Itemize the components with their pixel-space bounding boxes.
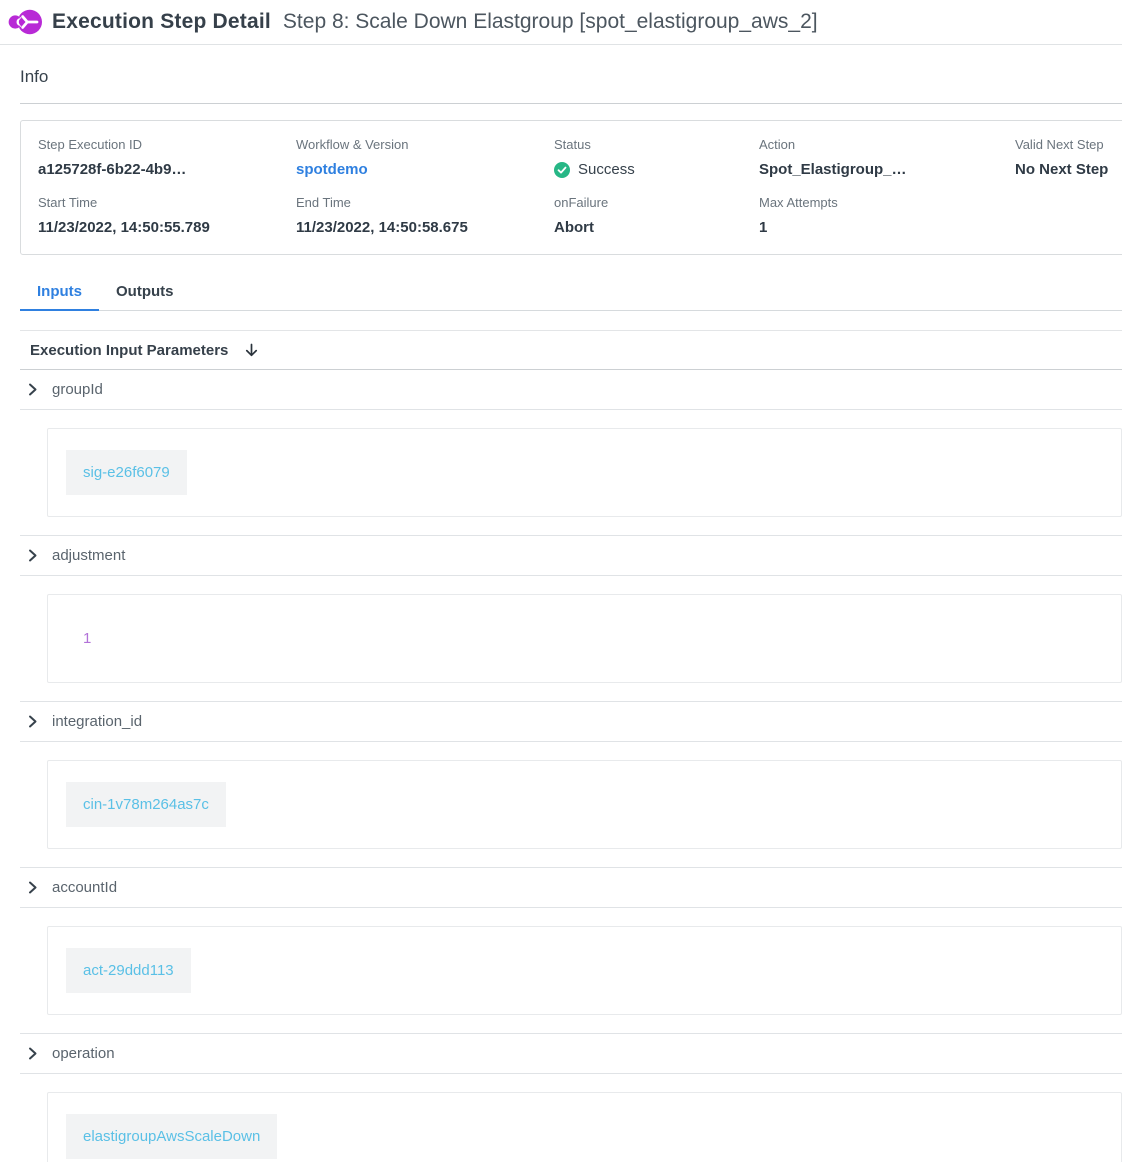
field-label: Status	[554, 137, 759, 152]
chevron-right-icon	[25, 880, 40, 895]
info-section-heading: Info	[20, 45, 1122, 104]
tab-bar: Inputs Outputs	[20, 277, 1122, 311]
param-name: adjustment	[52, 547, 125, 564]
param-value-box: cin-1v78m264as7c	[47, 760, 1122, 849]
field-status: Status Success	[554, 137, 759, 178]
field-label: Step Execution ID	[38, 137, 296, 152]
spot-logo-icon	[8, 5, 42, 39]
tab-outputs[interactable]: Outputs	[99, 277, 191, 310]
download-arrow-icon[interactable]	[243, 342, 260, 359]
param-adjustment: adjustment 1	[20, 535, 1122, 683]
field-value: No Next Step	[1015, 161, 1122, 178]
field-label: Action	[759, 137, 1015, 152]
param-value-chip: cin-1v78m264as7c	[66, 782, 226, 827]
field-label: End Time	[296, 195, 554, 210]
param-name: groupId	[52, 381, 103, 398]
param-header-adjustment[interactable]: adjustment	[20, 535, 1122, 576]
field-max-attempts: Max Attempts 1	[759, 195, 1015, 236]
field-label: onFailure	[554, 195, 759, 210]
field-value: Abort	[554, 219, 759, 236]
param-value-box: elastigroupAwsScaleDown	[47, 1092, 1122, 1162]
info-card: Step Execution ID a125728f-6b22-4b9… Wor…	[20, 120, 1122, 255]
workflow-link[interactable]: spotdemo	[296, 161, 554, 178]
field-empty	[1015, 195, 1122, 236]
status-text: Success	[578, 161, 635, 178]
param-header-groupid[interactable]: groupId	[20, 370, 1122, 410]
field-label: Valid Next Step	[1015, 137, 1122, 152]
field-action: Action Spot_Elastigroup_…	[759, 137, 1015, 178]
param-integration-id: integration_id cin-1v78m264as7c	[20, 701, 1122, 849]
field-valid-next-step: Valid Next Step No Next Step	[1015, 137, 1122, 178]
field-value: Spot_Elastigroup_…	[759, 161, 1015, 178]
chevron-right-icon	[25, 714, 40, 729]
param-value-box: sig-e26f6079	[47, 428, 1122, 517]
param-value-box: 1	[47, 594, 1122, 683]
execution-input-parameters-title: Execution Input Parameters	[30, 342, 228, 359]
param-value-chip: elastigroupAwsScaleDown	[66, 1114, 277, 1159]
param-groupid: groupId sig-e26f6079	[20, 370, 1122, 517]
success-check-icon	[554, 162, 570, 178]
execution-input-parameters-header: Execution Input Parameters	[20, 331, 1122, 370]
param-value-chip: sig-e26f6079	[66, 450, 187, 495]
chevron-right-icon	[25, 382, 40, 397]
param-name: accountId	[52, 879, 117, 896]
param-name: operation	[52, 1045, 115, 1062]
param-header-accountid[interactable]: accountId	[20, 867, 1122, 908]
field-value: 1	[759, 219, 1015, 236]
main-content: Info Step Execution ID a125728f-6b22-4b9…	[0, 45, 1122, 1162]
field-label: Start Time	[38, 195, 296, 210]
param-value-chip: act-29ddd113	[66, 948, 191, 993]
status-badge: Success	[554, 161, 759, 178]
field-value: 11/23/2022, 14:50:55.789	[38, 219, 296, 236]
field-start-time: Start Time 11/23/2022, 14:50:55.789	[38, 195, 296, 236]
field-end-time: End Time 11/23/2022, 14:50:58.675	[296, 195, 554, 236]
param-accountid: accountId act-29ddd113	[20, 867, 1122, 1015]
param-value-number: 1	[66, 616, 108, 661]
field-label: Max Attempts	[759, 195, 1015, 210]
param-name: integration_id	[52, 713, 142, 730]
field-label: Workflow & Version	[296, 137, 554, 152]
param-header-integration-id[interactable]: integration_id	[20, 701, 1122, 742]
page-header: Execution Step Detail Step 8: Scale Down…	[0, 0, 1122, 45]
chevron-right-icon	[25, 548, 40, 563]
field-value: 11/23/2022, 14:50:58.675	[296, 219, 554, 236]
param-header-operation[interactable]: operation	[20, 1033, 1122, 1074]
tab-inputs[interactable]: Inputs	[20, 277, 99, 311]
param-operation: operation elastigroupAwsScaleDown	[20, 1033, 1122, 1162]
field-workflow-version: Workflow & Version spotdemo	[296, 137, 554, 178]
chevron-right-icon	[25, 1046, 40, 1061]
field-value: a125728f-6b22-4b9…	[38, 161, 296, 178]
field-step-execution-id: Step Execution ID a125728f-6b22-4b9…	[38, 137, 296, 178]
page-title: Execution Step Detail	[52, 10, 271, 34]
page-subtitle: Step 8: Scale Down Elastgroup [spot_elas…	[283, 10, 818, 34]
param-value-box: act-29ddd113	[47, 926, 1122, 1015]
field-onfailure: onFailure Abort	[554, 195, 759, 236]
